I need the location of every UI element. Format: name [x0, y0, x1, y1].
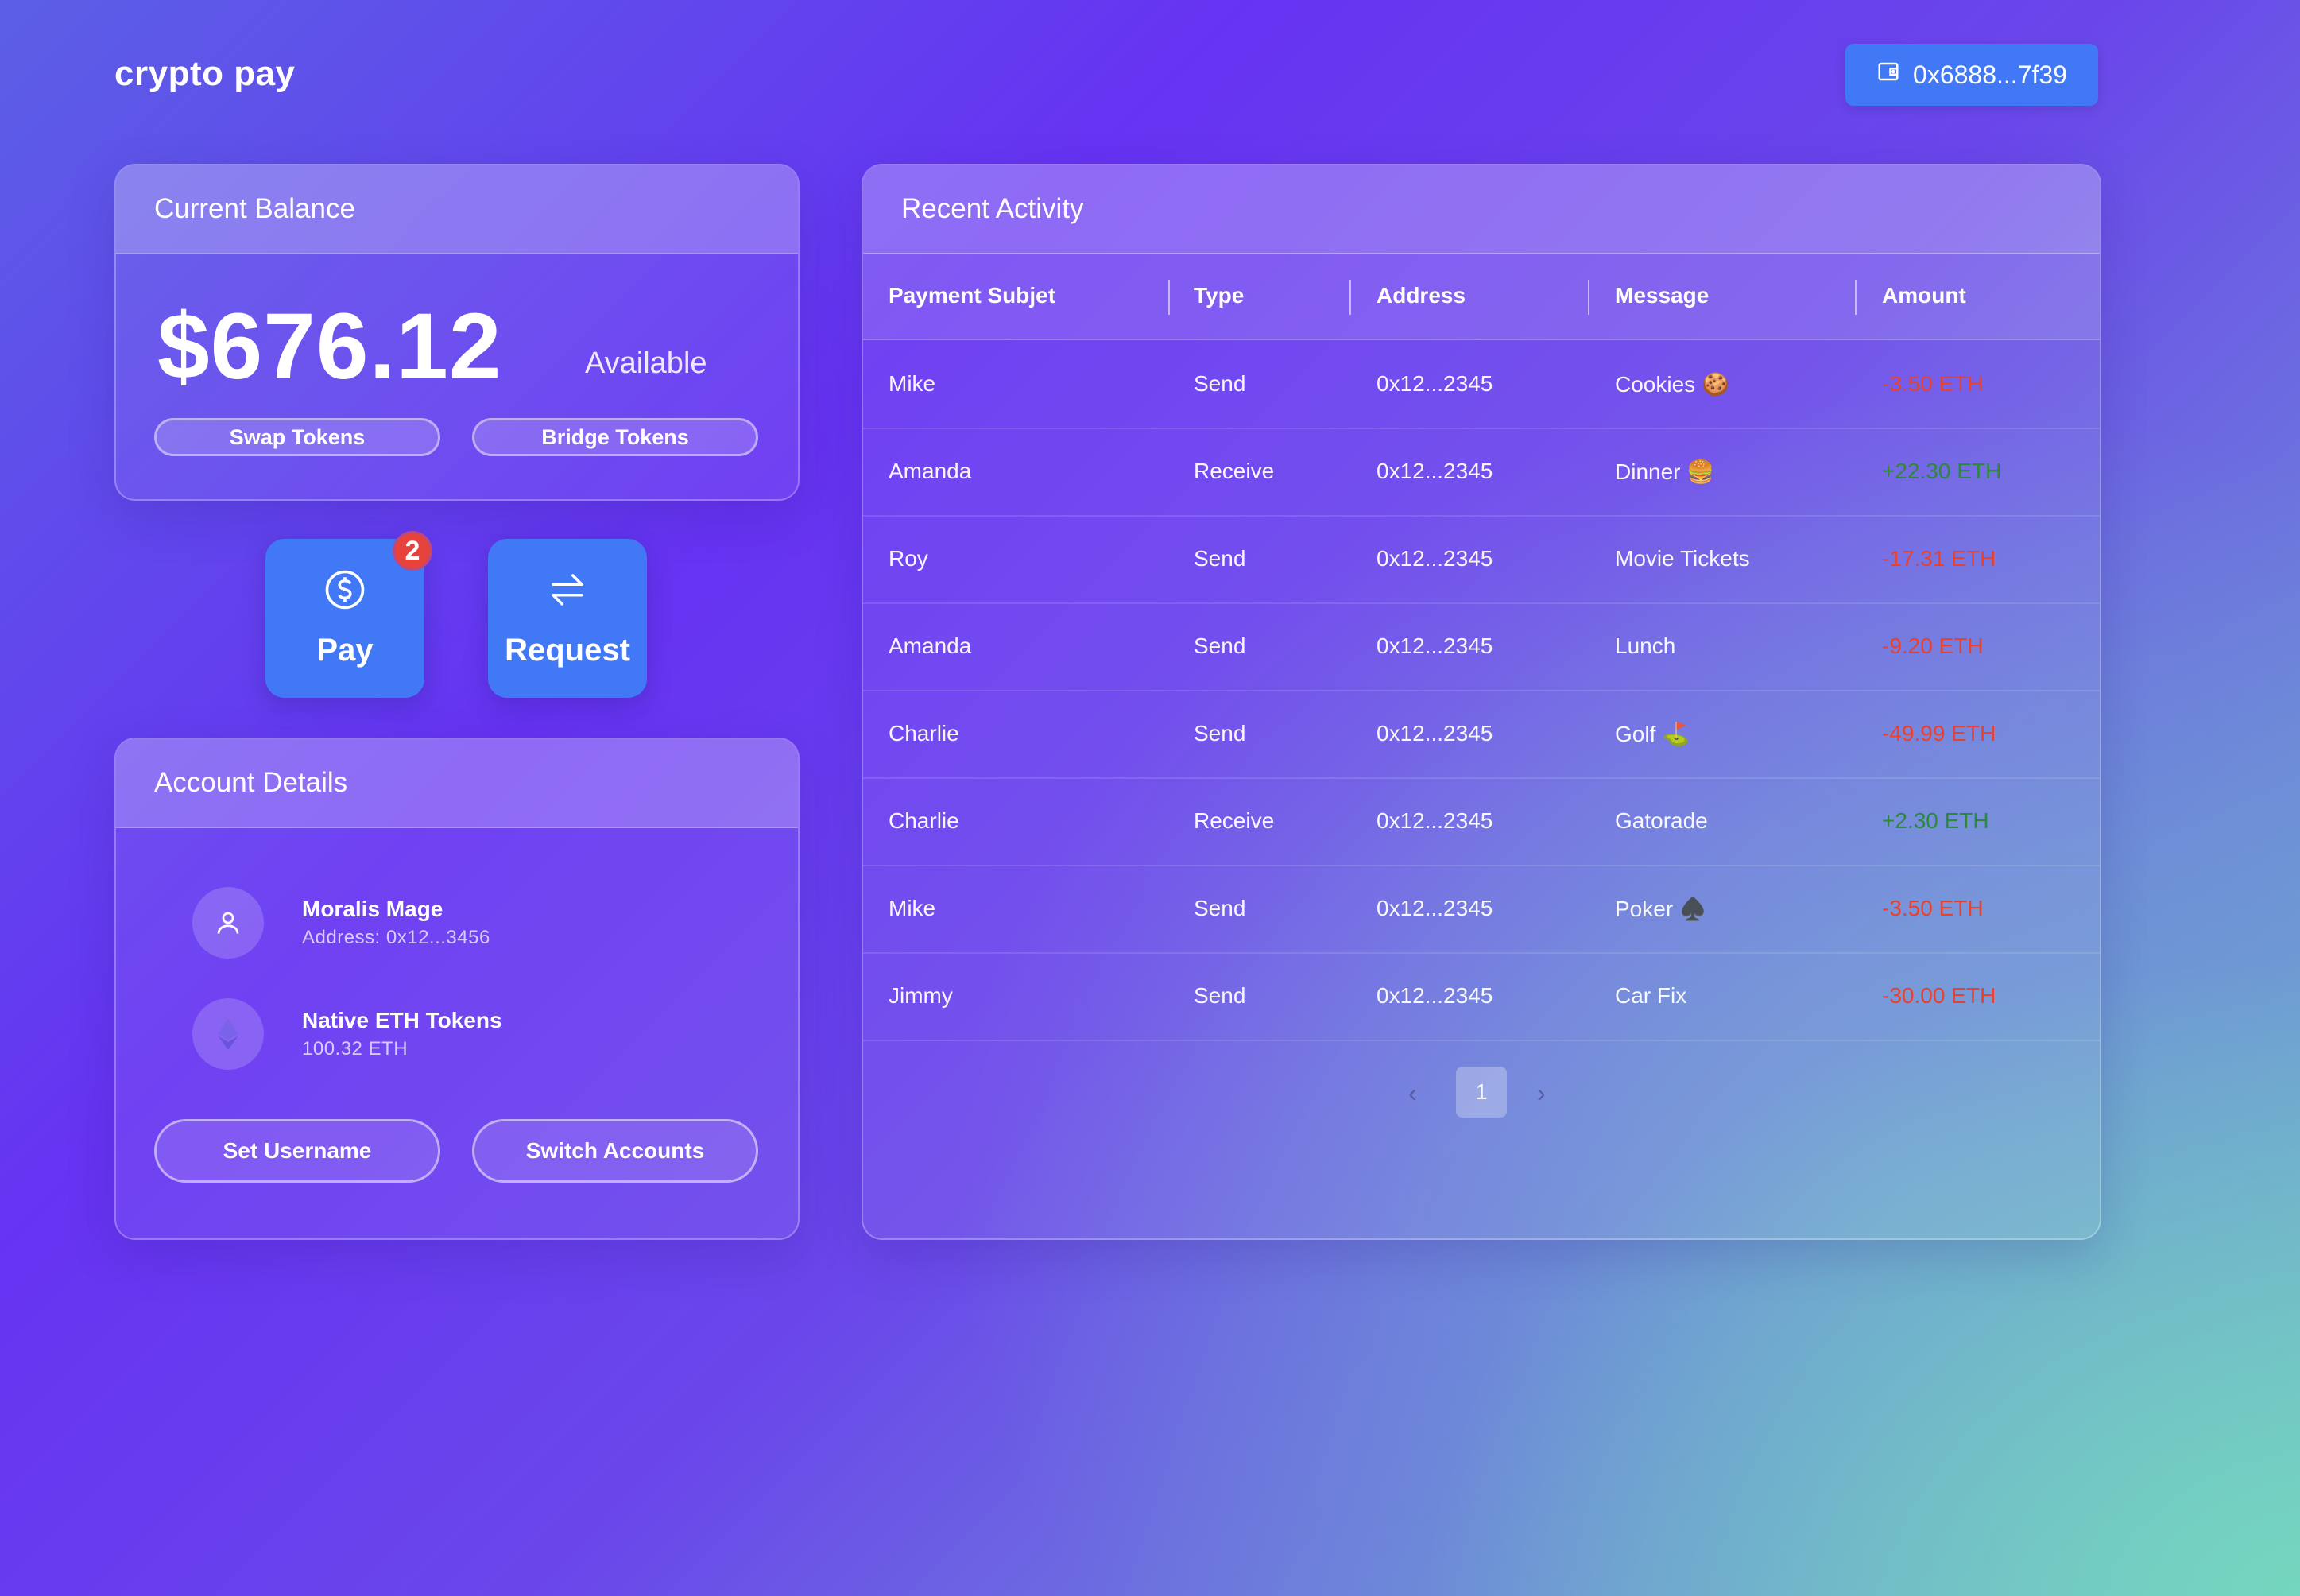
cell-amount: -30.00 ETH [1882, 983, 1996, 1008]
cell-type: Send [1194, 721, 1246, 746]
table-row[interactable]: Roy Send 0x12...2345 Movie Tickets -17.3… [863, 515, 2100, 604]
cell-address: 0x12...2345 [1377, 371, 1493, 396]
cell-message: Gatorade [1615, 808, 1708, 833]
cell-type: Send [1194, 896, 1246, 920]
table-row[interactable]: Amanda Send 0x12...2345 Lunch -9.20 ETH [863, 602, 2100, 691]
cell-subject: Charlie [889, 808, 959, 833]
table-row[interactable]: Mike Send 0x12...2345 Poker ♠️ -3.50 ETH [863, 865, 2100, 954]
cell-subject: Mike [889, 896, 936, 920]
cell-subject: Roy [889, 546, 928, 571]
pagination-page-1[interactable]: 1 [1456, 1067, 1507, 1118]
cell-address: 0x12...2345 [1377, 983, 1493, 1008]
account-user-row: Moralis Mage Address: 0x12...3456 [192, 887, 490, 959]
cell-subject: Amanda [889, 459, 972, 483]
pay-label: Pay [316, 633, 374, 668]
cell-amount: -9.20 ETH [1882, 633, 1984, 658]
cell-type: Send [1194, 371, 1246, 396]
table-header: Payment Subjet Type Address Message Amou… [863, 253, 2100, 340]
user-icon [192, 887, 264, 959]
cell-message: Car Fix [1615, 983, 1687, 1008]
cell-subject: Mike [889, 371, 936, 396]
column-header-type[interactable]: Type [1194, 253, 1244, 339]
recent-activity-card: Recent Activity Payment Subjet Type Addr… [862, 164, 2101, 1240]
cell-address: 0x12...2345 [1377, 633, 1493, 658]
cell-message: Cookies 🍪 [1615, 371, 1729, 397]
column-divider [1588, 280, 1589, 315]
request-label: Request [505, 633, 630, 668]
swap-tokens-button[interactable]: Swap Tokens [154, 418, 440, 456]
cell-address: 0x12...2345 [1377, 896, 1493, 920]
cell-message: Lunch [1615, 633, 1676, 658]
balance-amount: $676.12 [157, 294, 502, 399]
set-username-button[interactable]: Set Username [154, 1119, 440, 1183]
dollar-circle-icon [323, 568, 366, 615]
cell-amount: -17.31 ETH [1882, 546, 1996, 571]
cell-address: 0x12...2345 [1377, 459, 1493, 483]
column-header-address[interactable]: Address [1377, 253, 1466, 339]
wallet-address: 0x6888...7f39 [1913, 60, 2067, 89]
table-row[interactable]: Charlie Send 0x12...2345 Golf ⛳ -49.99 E… [863, 690, 2100, 779]
column-divider [1855, 280, 1857, 315]
cell-amount: +22.30 ETH [1882, 459, 2002, 483]
cell-amount: -3.50 ETH [1882, 896, 1984, 920]
cell-address: 0x12...2345 [1377, 808, 1493, 833]
column-header-amount[interactable]: Amount [1882, 253, 1966, 339]
cell-type: Send [1194, 633, 1246, 658]
column-header-message[interactable]: Message [1615, 253, 1709, 339]
switch-accounts-button[interactable]: Switch Accounts [472, 1119, 758, 1183]
ethereum-icon [192, 998, 264, 1070]
token-title: Native ETH Tokens [302, 1008, 502, 1032]
table-row[interactable]: Jimmy Send 0x12...2345 Car Fix -30.00 ET… [863, 952, 2100, 1041]
pagination-next-button[interactable]: › [1537, 1067, 1546, 1119]
cell-amount: -3.50 ETH [1882, 371, 1984, 396]
cell-subject: Jimmy [889, 983, 953, 1008]
wallet-address-button[interactable]: 0x6888...7f39 [1845, 44, 2098, 106]
cell-message: Movie Tickets [1615, 546, 1750, 571]
cell-type: Send [1194, 983, 1246, 1008]
cell-amount: -49.99 ETH [1882, 721, 1996, 746]
cell-type: Send [1194, 546, 1246, 571]
balance-card: Current Balance $676.12 Available Swap T… [114, 164, 800, 501]
recent-activity-heading: Recent Activity [863, 165, 2100, 254]
cell-subject: Amanda [889, 633, 972, 658]
cell-message: Golf ⛳ [1615, 721, 1690, 746]
column-header-subject[interactable]: Payment Subjet [889, 253, 1055, 339]
account-user-address: Address: 0x12...3456 [302, 927, 490, 948]
request-button[interactable]: Request [488, 539, 647, 698]
token-amount: 100.32 ETH [302, 1038, 409, 1059]
pagination: ‹ 1 › [863, 1067, 2100, 1119]
pay-notification-badge: 2 [393, 531, 432, 571]
table-row[interactable]: Mike Send 0x12...2345 Cookies 🍪 -3.50 ET… [863, 340, 2100, 429]
cell-type: Receive [1194, 459, 1275, 483]
table-row[interactable]: Charlie Receive 0x12...2345 Gatorade +2.… [863, 777, 2100, 866]
account-token-row: Native ETH Tokens 100.32 ETH [192, 998, 502, 1070]
swap-arrows-icon [546, 568, 589, 615]
cell-address: 0x12...2345 [1377, 546, 1493, 571]
balance-heading: Current Balance [116, 165, 798, 254]
wallet-icon [1876, 60, 1900, 90]
cell-subject: Charlie [889, 721, 959, 746]
cell-type: Receive [1194, 808, 1275, 833]
account-user-name: Moralis Mage [302, 897, 443, 921]
cell-amount: +2.30 ETH [1882, 808, 1989, 833]
account-details-heading: Account Details [116, 739, 798, 828]
app-logo: crypto pay [114, 54, 296, 93]
account-details-card: Account Details Moralis Mage Address: 0x… [114, 738, 800, 1240]
bridge-tokens-button[interactable]: Bridge Tokens [472, 418, 758, 456]
cell-address: 0x12...2345 [1377, 721, 1493, 746]
pagination-prev-button[interactable]: ‹ [1408, 1067, 1417, 1119]
column-divider [1349, 280, 1351, 315]
balance-available-label: Available [585, 347, 707, 380]
table-row[interactable]: Amanda Receive 0x12...2345 Dinner 🍔 +22.… [863, 428, 2100, 517]
column-divider [1168, 280, 1170, 315]
cell-message: Dinner 🍔 [1615, 459, 1715, 484]
cell-message: Poker ♠️ [1615, 896, 1707, 921]
